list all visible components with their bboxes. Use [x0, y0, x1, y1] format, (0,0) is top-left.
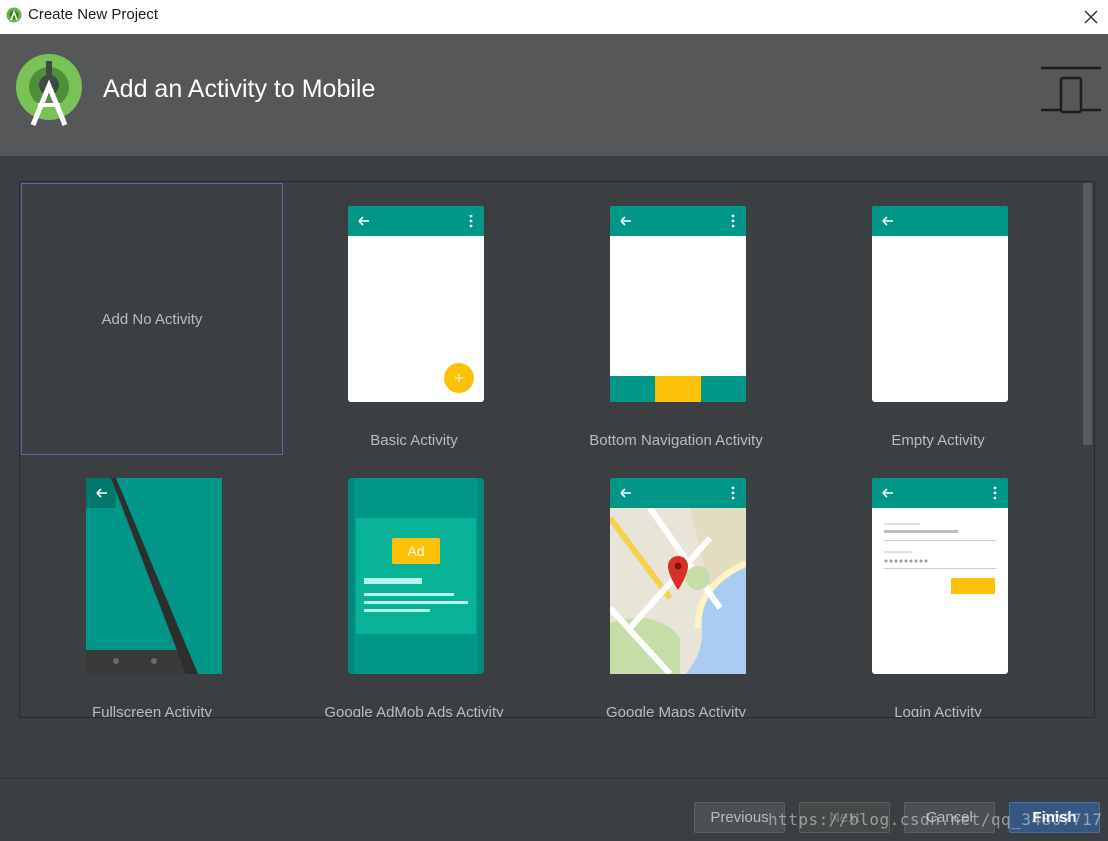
tile-fullscreen-activity[interactable]: Fullscreen Activity — [21, 455, 283, 718]
activity-gallery: Add No Activity Basic Activity Bottom Na… — [19, 181, 1095, 718]
next-button[interactable]: Next — [799, 802, 890, 833]
window-title: Create New Project — [28, 6, 159, 23]
bottom-navigation-thumbnail — [610, 206, 746, 402]
ad-badge-text: Ad — [407, 543, 424, 559]
footer-divider — [0, 778, 1108, 779]
page-title: Add an Activity to Mobile — [103, 75, 376, 103]
gallery-scrollbar[interactable] — [1083, 183, 1092, 445]
tile-empty-activity[interactable]: Empty Activity — [807, 183, 1069, 455]
fullscreen-activity-thumbnail — [86, 478, 222, 674]
empty-activity-thumbnail — [872, 206, 1008, 402]
phone-tablet-icon — [1041, 66, 1101, 114]
tile-label: Google AdMob Ads Activity — [324, 704, 504, 718]
tile-label: Login Activity — [894, 704, 982, 718]
window-titlebar: Create New Project — [0, 0, 1108, 34]
admob-activity-thumbnail: Ad — [348, 478, 484, 674]
tile-label: Add No Activity — [101, 311, 203, 328]
tile-label: Fullscreen Activity — [91, 704, 213, 718]
previous-button[interactable]: Previous — [694, 802, 785, 833]
tile-bottom-navigation-activity[interactable]: Bottom Navigation Activity — [545, 183, 807, 455]
tile-login-activity[interactable]: Login Activity — [807, 455, 1069, 718]
google-maps-thumbnail — [610, 478, 746, 674]
tile-google-maps-activity[interactable]: Google Maps Activity — [545, 455, 807, 718]
cancel-button[interactable]: Cancel — [904, 802, 995, 833]
tile-basic-activity[interactable]: Basic Activity — [283, 183, 545, 455]
tile-label: Bottom Navigation Activity — [589, 432, 763, 449]
login-activity-thumbnail — [872, 478, 1008, 674]
tile-add-no-activity[interactable]: Add No Activity — [21, 183, 283, 455]
finish-button[interactable]: Finish — [1009, 802, 1100, 833]
tile-label: Basic Activity — [370, 432, 458, 449]
basic-activity-thumbnail — [348, 206, 484, 402]
tile-google-admob-ads-activity[interactable]: Ad Google AdMob Ads Activity — [283, 455, 545, 718]
tile-label: Empty Activity — [891, 432, 985, 449]
close-icon[interactable] — [1078, 4, 1104, 30]
tile-label: Google Maps Activity — [605, 704, 747, 718]
android-studio-icon — [6, 7, 22, 23]
android-studio-logo-icon — [16, 54, 82, 126]
wizard-header: Add an Activity to Mobile — [0, 34, 1108, 156]
